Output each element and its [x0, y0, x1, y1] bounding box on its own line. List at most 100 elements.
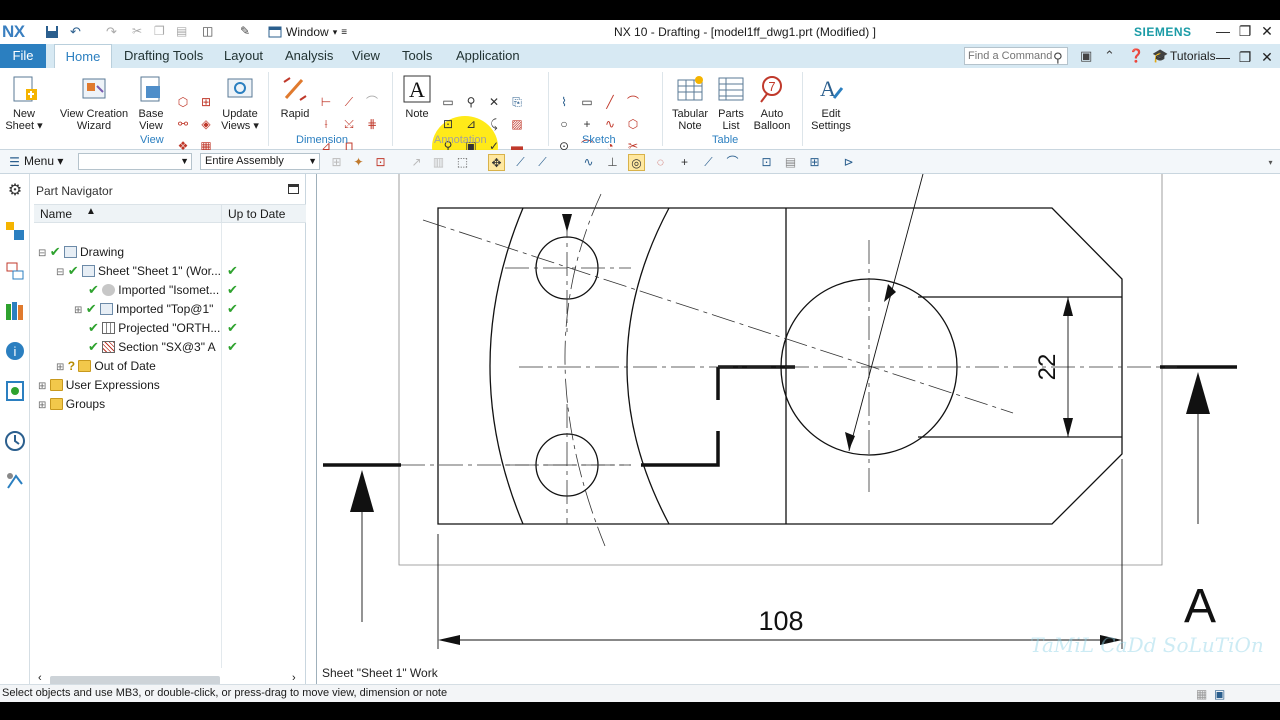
tree-row-groups[interactable]: ⊞ Groups — [38, 395, 105, 413]
history-icon[interactable] — [4, 430, 26, 452]
tree-row-drawing[interactable]: ⊟ ✔ Drawing — [38, 243, 124, 261]
weld-symbol-icon[interactable]: ⊿ — [463, 116, 479, 132]
control-point-icon[interactable]: ∿ — [580, 154, 597, 171]
arc-center-icon[interactable]: ◎ — [628, 154, 645, 171]
view-creation-wizard-button[interactable]: View Creation Wizard — [58, 68, 130, 132]
break-view-icon[interactable]: ◈ — [198, 116, 214, 132]
note-button[interactable]: A Note — [400, 68, 434, 120]
ribbon-options-icon[interactable]: ▣ — [1080, 48, 1092, 64]
hatch-icon[interactable]: ▨ — [509, 116, 525, 132]
layer-settings-icon[interactable]: ⊳ — [840, 154, 857, 171]
expand-icon[interactable]: ⊞ — [38, 400, 46, 411]
datum-target-icon[interactable]: ✕ — [486, 94, 502, 110]
mid-point-icon[interactable]: ⟋ — [534, 154, 551, 171]
drawing-sheet[interactable]: 22 108 A TaMiL CaDd SoLuTiOn — [317, 174, 1280, 684]
tree-row-user-expressions[interactable]: ⊞ User Expressions — [38, 376, 160, 394]
section-view-icon[interactable]: ⊞ — [198, 94, 214, 110]
parts-list-button[interactable]: Parts List — [714, 68, 748, 132]
radial-dimension-icon[interactable]: ⟋ — [341, 94, 357, 110]
target-point-icon[interactable]: ⤹ — [486, 116, 502, 132]
rectangle-icon[interactable]: ▭ — [579, 94, 595, 110]
point-on-curve-icon[interactable]: ⟋ — [700, 154, 717, 171]
scroll-left-icon[interactable]: ‹ — [38, 672, 42, 684]
tangent-point-icon[interactable]: ⌒ — [724, 154, 741, 171]
menu-button[interactable]: Menu ▾ — [24, 154, 63, 168]
system-materials-icon[interactable] — [4, 470, 26, 492]
studio-spline-icon[interactable]: ∿ — [602, 116, 618, 132]
selection-options-icon[interactable]: ⊡ — [372, 154, 389, 171]
existing-point-icon[interactable]: + — [676, 154, 693, 171]
status-display-icon[interactable]: ▣ — [1214, 686, 1225, 702]
doc-restore-icon[interactable]: ❐ — [1236, 49, 1254, 66]
expand-icon[interactable]: ⊞ — [56, 362, 64, 373]
tab-analysis[interactable]: Analysis — [285, 48, 333, 63]
linear-dimension-icon[interactable]: ⊢ — [318, 94, 334, 110]
tab-layout[interactable]: Layout — [224, 48, 263, 63]
arc-icon[interactable]: ⌒ — [625, 94, 641, 110]
collapse-icon[interactable]: ⊟ — [38, 248, 46, 259]
drawing-canvas[interactable]: 22 108 A TaMiL CaDd SoLuTiOn Sheet "Shee… — [316, 174, 1280, 684]
toolbar-overflow-icon[interactable]: ▾ — [1262, 154, 1279, 171]
close-icon[interactable]: ✕ — [1258, 23, 1276, 40]
status-selection-icon[interactable]: ▦ — [1196, 686, 1207, 702]
tree-row-imported-isometric[interactable]: ✔ Imported "Isomet... — [88, 281, 219, 299]
circle-icon[interactable]: ○ — [556, 116, 572, 132]
tab-tools[interactable]: Tools — [402, 48, 432, 63]
tree-row-out-of-date[interactable]: ⊞ ? Out of Date — [56, 357, 156, 375]
tree-row-imported-top[interactable]: ⊞ ✔ Imported "Top@1" — [74, 300, 213, 318]
select-filter-icon[interactable]: ✦ — [350, 154, 367, 171]
zoom-icon[interactable]: ▤ — [782, 154, 799, 171]
thickness-dimension-icon[interactable]: ⤩ — [341, 116, 357, 132]
help-icon[interactable]: ❓ — [1128, 48, 1144, 64]
line-icon[interactable]: ╱ — [602, 94, 618, 110]
detail-view-icon[interactable]: ⚯ — [175, 116, 191, 132]
select-all-icon[interactable]: ⊞ — [328, 154, 345, 171]
select-body-icon[interactable]: ▥ — [430, 154, 447, 171]
tab-home[interactable]: Home — [54, 44, 112, 69]
reuse-library-icon[interactable] — [4, 300, 26, 322]
expand-icon[interactable]: ⊞ — [74, 305, 82, 316]
select-feature-icon[interactable]: ↗ — [408, 154, 425, 171]
tab-application[interactable]: Application — [456, 48, 520, 63]
quadrant-point-icon[interactable]: ◌ — [652, 154, 669, 171]
doc-close-icon[interactable]: ✕ — [1258, 49, 1276, 66]
expand-icon[interactable]: ⊞ — [38, 381, 46, 392]
display-options-icon[interactable]: ⊞ — [806, 154, 823, 171]
surface-finish-icon[interactable]: ⊡ — [440, 116, 456, 132]
new-sheet-button[interactable]: New Sheet ▾ — [4, 68, 44, 132]
search-icon[interactable]: ⚲ — [1053, 50, 1063, 66]
part-navigator-icon[interactable] — [4, 220, 26, 242]
tab-view[interactable]: View — [352, 48, 380, 63]
tab-file[interactable]: File — [0, 44, 46, 68]
minimize-icon[interactable]: — — [1214, 23, 1232, 39]
selection-scope-combo[interactable]: Entire Assembly ▼ — [200, 153, 320, 170]
tabular-note-button[interactable]: Tabular Note — [670, 68, 710, 132]
settings-icon[interactable]: ⚙ — [4, 180, 26, 202]
edit-settings-button[interactable]: A Edit Settings — [808, 68, 854, 132]
web-browser-icon[interactable] — [4, 380, 26, 402]
fit-view-icon[interactable]: ⊡ — [758, 154, 775, 171]
angular-dimension-icon[interactable]: ⌒ — [364, 94, 380, 110]
tree-row-projected[interactable]: ✔ Projected "ORTH... — [88, 319, 220, 337]
section-label-a[interactable]: A — [1184, 580, 1216, 633]
tree-row-sheet[interactable]: ⊟ ✔ Sheet "Sheet 1" (Wor... — [56, 262, 221, 280]
rectangle-select-icon[interactable]: ⬚ — [454, 154, 471, 171]
symbol-icon[interactable]: ⎘ — [509, 94, 525, 110]
datum-feature-icon[interactable]: ⚲ — [463, 94, 479, 110]
hd3d-tools-icon[interactable]: i — [4, 340, 26, 362]
point-icon[interactable]: + — [579, 116, 595, 132]
profile-icon[interactable]: ⌇ — [556, 94, 572, 110]
restore-icon[interactable]: ❐ — [1236, 23, 1254, 40]
maximize-icon[interactable] — [288, 184, 299, 194]
tutorials-link[interactable]: Tutorials — [1170, 49, 1216, 63]
update-views-button[interactable]: Update Views ▾ — [220, 68, 260, 132]
collapse-icon[interactable]: ⊟ — [56, 267, 64, 278]
snap-point-icon[interactable]: ✥ — [488, 154, 505, 171]
tree-row-section[interactable]: ✔ Section "SX@3" A — [88, 338, 216, 356]
feature-control-frame-icon[interactable]: ▭ — [440, 94, 456, 110]
projected-view-icon[interactable]: ⬡ — [175, 94, 191, 110]
dimension-22-text[interactable]: 22 — [1034, 354, 1061, 381]
auto-balloon-button[interactable]: 7 Auto Balloon — [750, 68, 794, 132]
column-name[interactable]: Name — [40, 207, 72, 221]
rapid-dimension-button[interactable]: Rapid — [276, 68, 314, 120]
